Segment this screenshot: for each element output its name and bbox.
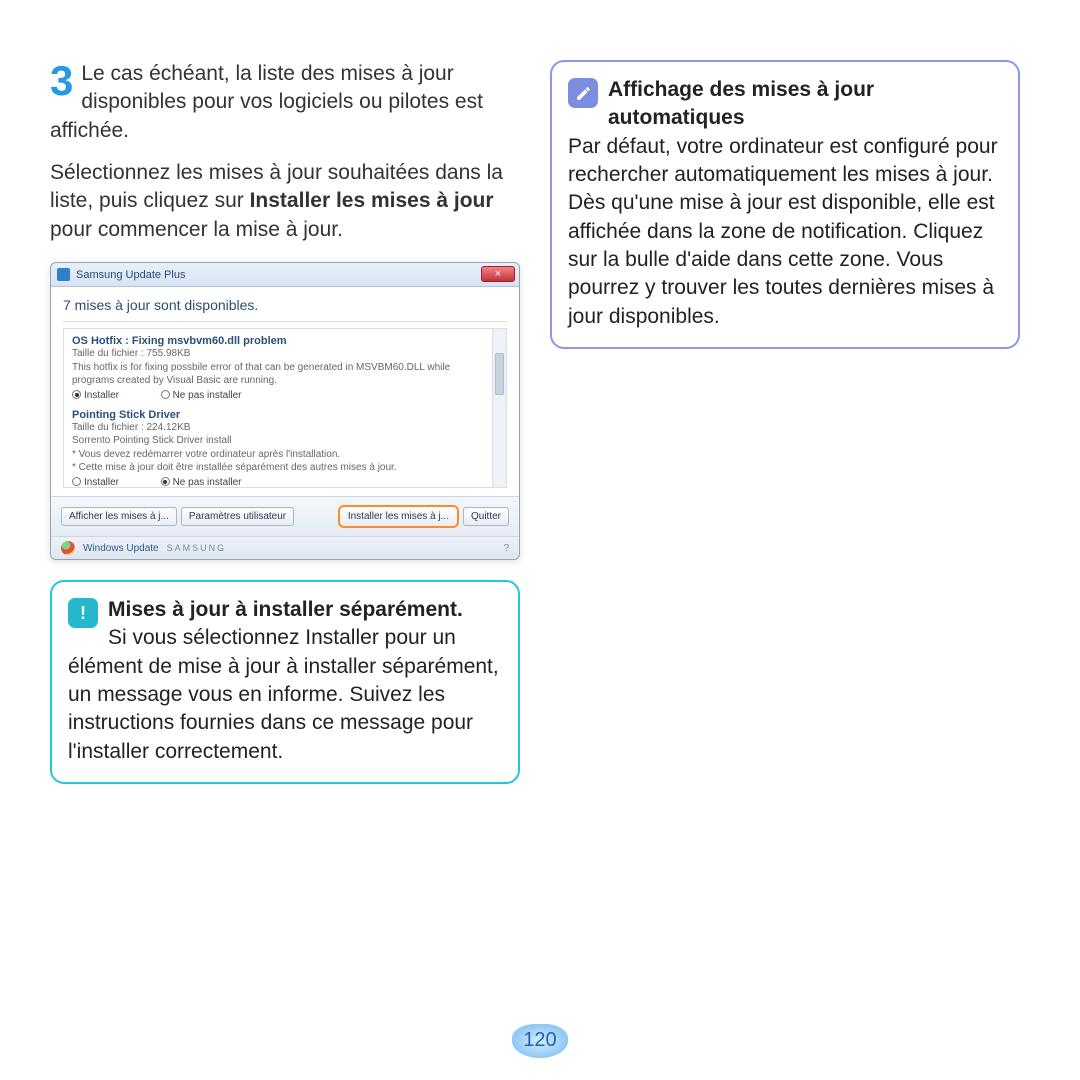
windows-update-link[interactable]: Windows Update xyxy=(83,543,159,554)
right-column: Affichage des mises à jour automatiques … xyxy=(550,60,1020,784)
dialog-body: 7 mises à jour sont disponibles. OS Hotf… xyxy=(51,287,519,496)
dialog-title: Samsung Update Plus xyxy=(76,269,185,281)
radio-skip-icon[interactable] xyxy=(161,477,170,486)
callout-separate-install: ! Mises à jour à installer séparément. S… xyxy=(50,580,520,784)
update1-install-label[interactable]: Installer xyxy=(84,390,119,401)
divider xyxy=(63,321,507,322)
step-block: 3 Le cas échéant, la liste des mises à j… xyxy=(50,60,520,244)
brand-label: SAMSUNG xyxy=(167,543,227,553)
step-number: 3 xyxy=(50,60,73,102)
radio-install-icon[interactable] xyxy=(72,477,81,486)
left-column: 3 Le cas échéant, la liste des mises à j… xyxy=(50,60,520,784)
update2-desc: Sorrento Pointing Stick Driver install xyxy=(72,434,488,448)
callout-purple-body: Par défaut, votre ordinateur est configu… xyxy=(568,135,998,328)
help-icon[interactable]: ? xyxy=(503,543,509,554)
close-button[interactable]: × xyxy=(481,266,515,282)
dialog-footer: Afficher les mises à j... Paramètres uti… xyxy=(51,496,519,536)
update1-size: Taille du fichier : 755.98KB xyxy=(72,347,488,361)
update1-desc: This hotfix is for fixing possbile error… xyxy=(72,361,488,388)
update2-skip-label[interactable]: Ne pas installer xyxy=(173,477,242,488)
radio-install-icon[interactable] xyxy=(72,390,81,399)
quit-button[interactable]: Quitter xyxy=(463,507,509,526)
update2-title: Pointing Stick Driver xyxy=(72,409,488,421)
pencil-note-icon xyxy=(568,78,598,108)
step-paragraph-2: Sélectionnez les mises à jour souhaitées… xyxy=(50,159,520,244)
scrollbar[interactable] xyxy=(492,329,506,487)
update1-options: Installer Ne pas installer xyxy=(72,390,488,401)
dialog-titlebar: Samsung Update Plus × xyxy=(51,263,519,287)
radio-skip-icon[interactable] xyxy=(161,390,170,399)
update-list: OS Hotfix : Fixing msvbvm60.dll problem … xyxy=(63,328,507,488)
update2-size: Taille du fichier : 224.12KB xyxy=(72,421,488,435)
callout-auto-updates: Affichage des mises à jour automatiques … xyxy=(550,60,1020,349)
callout-cyan-title: Mises à jour à installer séparément. xyxy=(108,598,463,621)
page-number: 120 xyxy=(512,1024,568,1058)
windows-orb-icon xyxy=(61,541,75,555)
callout-cyan-body: Si vous sélectionnez Installer pour un é… xyxy=(68,626,499,762)
update2-options: Installer Ne pas installer xyxy=(72,477,488,488)
user-params-button[interactable]: Paramètres utilisateur xyxy=(181,507,294,526)
dialog-heading: 7 mises à jour sont disponibles. xyxy=(63,297,507,313)
install-updates-button[interactable]: Installer les mises à j... xyxy=(338,505,459,528)
show-updates-button[interactable]: Afficher les mises à j... xyxy=(61,507,177,526)
update2-note1: * Vous devez redémarrer votre ordinateur… xyxy=(72,448,488,462)
update2-note2: * Cette mise à jour doit être installée … xyxy=(72,461,488,475)
step-para2-bold: Installer les mises à jour xyxy=(250,189,494,212)
update2-install-label[interactable]: Installer xyxy=(84,477,119,488)
step-para2-tail: pour commencer la mise à jour. xyxy=(50,218,343,241)
scrollbar-thumb[interactable] xyxy=(495,353,504,395)
update-dialog: Samsung Update Plus × 7 mises à jour son… xyxy=(50,262,520,560)
dialog-statusbar: Windows Update SAMSUNG ? xyxy=(51,536,519,559)
update1-skip-label[interactable]: Ne pas installer xyxy=(173,390,242,401)
update1-title: OS Hotfix : Fixing msvbvm60.dll problem xyxy=(72,335,488,347)
app-icon xyxy=(57,268,70,281)
callout-purple-title: Affichage des mises à jour automatiques xyxy=(608,78,874,129)
step-paragraph-1: Le cas échéant, la liste des mises à jou… xyxy=(50,60,520,145)
alert-icon: ! xyxy=(68,598,98,628)
